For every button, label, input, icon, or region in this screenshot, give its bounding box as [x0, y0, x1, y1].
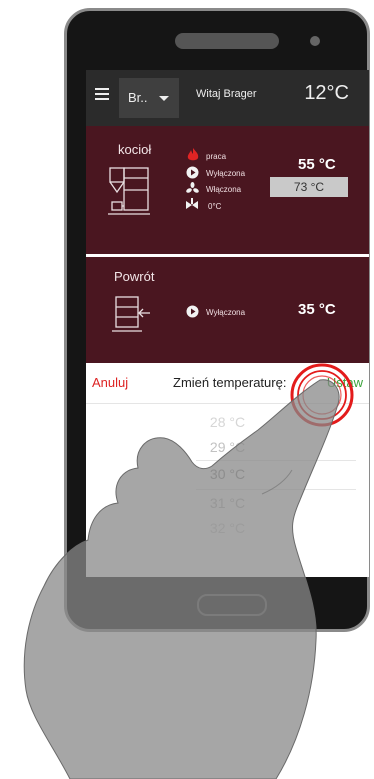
picker-option[interactable]: 32 °C — [86, 520, 369, 536]
return-temp: 35 °C — [298, 301, 336, 318]
device-dropdown-label: Br.. — [128, 90, 148, 105]
outdoor-temperature: 12°C — [304, 82, 349, 104]
boiler-set-temp[interactable]: 73 °C — [270, 177, 348, 197]
boiler-valve-value: 0°C — [208, 202, 222, 211]
boiler-status-work: praca — [206, 152, 227, 161]
selection-divider — [196, 489, 356, 490]
fan-icon — [186, 182, 199, 193]
speaker-grille — [175, 33, 279, 49]
front-camera — [310, 36, 320, 46]
return-icon — [112, 296, 150, 332]
return-card[interactable]: Powrót Wyłączona 35 °C — [86, 257, 369, 363]
chevron-down-icon — [159, 96, 169, 101]
cancel-button[interactable]: Anuluj — [92, 375, 128, 390]
set-button[interactable]: Ustaw — [327, 375, 363, 390]
boiler-icon — [108, 167, 150, 215]
pump-icon — [186, 166, 199, 179]
app-screen: Br.. Witaj Brager 12°C kocioł praca Wyłą… — [86, 70, 369, 577]
picker-option[interactable]: 29 °C — [86, 439, 369, 455]
greeting-text: Witaj Brager — [196, 88, 257, 100]
boiler-fan-state: Włączona — [206, 185, 242, 194]
pump-icon — [186, 305, 199, 318]
picker-option[interactable]: 28 °C — [86, 414, 369, 430]
hamburger-icon[interactable] — [95, 88, 109, 100]
temperature-wheel[interactable]: 28 °C 29 °C 30 °C 31 °C 32 °C — [86, 404, 369, 577]
boiler-current-temp: 55 °C — [298, 156, 336, 173]
boiler-title: kocioł — [118, 142, 152, 157]
boiler-pump-state: Wyłączona — [206, 169, 246, 178]
home-button[interactable] — [197, 594, 267, 616]
selection-divider — [196, 460, 356, 461]
boiler-card[interactable]: kocioł praca Wyłączona Włączona 0°C 55 °… — [86, 126, 369, 254]
return-pump-state: Wyłączona — [206, 308, 246, 317]
picker-title: Zmień temperaturę: — [173, 375, 287, 390]
picker-option-selected[interactable]: 30 °C — [86, 466, 369, 482]
picker-option[interactable]: 31 °C — [86, 495, 369, 511]
temperature-picker-header: Anuluj Zmień temperaturę: Ustaw — [86, 363, 369, 404]
device-dropdown[interactable]: Br.. — [119, 78, 179, 118]
return-title: Powrót — [114, 269, 155, 284]
app-bar: Br.. Witaj Brager 12°C — [86, 70, 369, 126]
flame-icon — [187, 148, 199, 161]
valve-icon — [186, 198, 198, 209]
